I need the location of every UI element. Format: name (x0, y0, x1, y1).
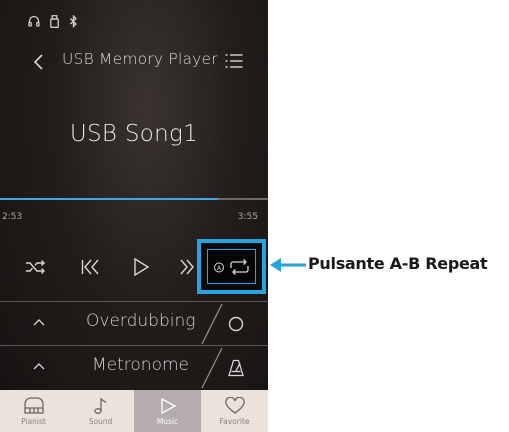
progress-bar[interactable] (0, 198, 268, 200)
chevron-up-icon[interactable] (32, 317, 46, 327)
tab-label: Favorite (219, 417, 250, 426)
tab-favorite[interactable]: Favorite (201, 390, 268, 432)
tab-label: Music (156, 417, 179, 426)
overdubbing-row[interactable]: Overdubbing (0, 301, 268, 346)
divider-slash (201, 347, 223, 389)
overdubbing-label: Overdubbing (86, 311, 196, 331)
bottom-tab-bar: Pianist Sound Music Favorite (0, 390, 268, 432)
play-button[interactable] (126, 253, 156, 281)
bluetooth-icon (70, 14, 77, 28)
chevron-left-icon[interactable] (30, 52, 48, 72)
ab-repeat-icon: A (213, 258, 249, 275)
svg-text:A: A (216, 264, 221, 271)
skip-back-icon (81, 259, 99, 275)
callout-label: Pulsante A-B Repeat (308, 254, 488, 273)
heart-icon (224, 397, 245, 414)
song-title: USB Song1 (69, 121, 199, 147)
metronome-row[interactable]: Metronome (0, 345, 268, 390)
skip-back-button[interactable] (75, 253, 105, 281)
ab-repeat-highlight: A (197, 239, 266, 294)
time-elapsed: 2:53 (2, 212, 23, 222)
fast-forward-icon (180, 259, 194, 275)
piano-app-screen: USB Memory Player USB Song1 2:53 3:55 A … (0, 0, 268, 432)
shuffle-icon (26, 260, 45, 274)
headphones-icon (28, 15, 40, 27)
music-note-icon (93, 397, 106, 414)
play-icon (134, 257, 150, 277)
chevron-up-icon[interactable] (32, 361, 46, 371)
progress-fill (0, 198, 219, 200)
tab-pianist[interactable]: Pianist (0, 390, 67, 432)
metronome-icon[interactable] (227, 358, 245, 378)
piano-icon (23, 397, 44, 414)
page-title: USB Memory Player (62, 50, 218, 68)
title-bar: USB Memory Player (0, 48, 268, 76)
divider-slash (201, 303, 223, 345)
metronome-label: Metronome (92, 355, 190, 375)
list-icon[interactable] (224, 52, 244, 70)
play-icon (160, 397, 176, 415)
tab-label: Sound (88, 417, 113, 426)
tab-label: Pianist (21, 417, 46, 426)
shuffle-button[interactable] (21, 253, 51, 281)
ab-repeat-button[interactable]: A (207, 249, 256, 284)
callout-arrow (270, 258, 306, 272)
time-total: 3:55 (237, 212, 258, 222)
usb-drive-icon (50, 14, 59, 28)
status-bar (28, 13, 78, 29)
record-circle-icon[interactable] (227, 314, 245, 334)
tab-music[interactable]: Music (134, 390, 201, 432)
tab-sound[interactable]: Sound (67, 390, 134, 432)
